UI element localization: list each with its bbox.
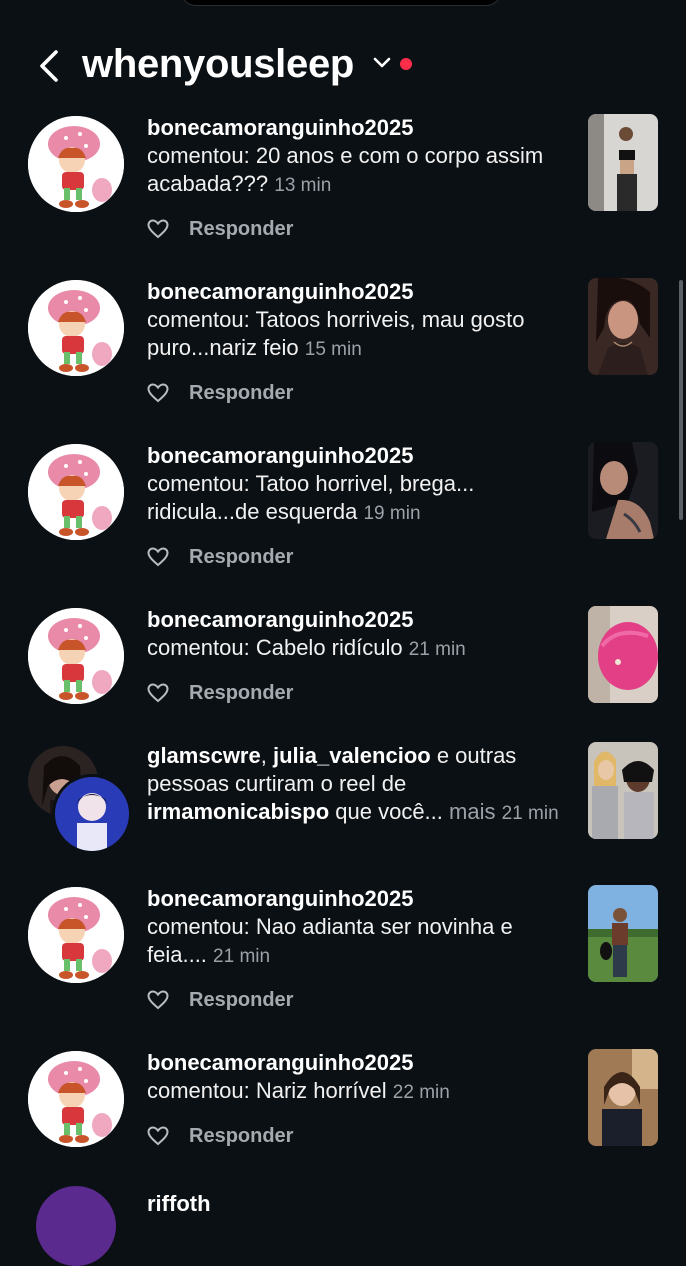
notification-dot — [400, 58, 412, 70]
username[interactable]: bonecamoranguinho2025 — [147, 279, 414, 304]
avatar[interactable] — [28, 608, 124, 704]
notification-text: bonecamoranguinho2025 comentou: Nao adia… — [147, 885, 572, 971]
timestamp: 21 min — [213, 946, 271, 967]
reply-button[interactable]: Responder — [189, 1125, 293, 1148]
post-thumbnail[interactable] — [588, 1049, 658, 1146]
liker-avatar[interactable] — [52, 774, 132, 854]
username[interactable]: bonecamoranguinho2025 — [147, 115, 414, 140]
heart-icon[interactable] — [147, 547, 169, 567]
avatar[interactable] — [28, 887, 124, 983]
heart-icon[interactable] — [147, 383, 169, 403]
reply-button[interactable]: Responder — [189, 218, 293, 241]
notification-text: riffoth — [147, 1190, 572, 1218]
reply-row: Responder — [147, 214, 293, 244]
post-thumbnail[interactable] — [588, 442, 658, 539]
timestamp: 13 min — [274, 175, 332, 196]
scrollbar[interactable] — [679, 280, 683, 520]
username[interactable]: bonecamoranguinho2025 — [147, 886, 414, 911]
notification-text: bonecamoranguinho2025 comentou: Tatoo ho… — [147, 442, 572, 528]
reply-button[interactable]: Responder — [189, 546, 293, 569]
post-thumbnail[interactable] — [588, 742, 658, 839]
chevron-down-icon[interactable] — [372, 56, 392, 70]
comment-text: comentou: Cabelo ridículo — [147, 635, 403, 660]
notification-text: bonecamoranguinho2025 comentou: Tatoos h… — [147, 278, 572, 364]
heart-icon[interactable] — [147, 990, 169, 1010]
reply-button[interactable]: Responder — [189, 382, 293, 405]
reply-row: Responder — [147, 985, 293, 1015]
post-thumbnail[interactable] — [588, 885, 658, 982]
post-thumbnail[interactable] — [588, 278, 658, 375]
username[interactable]: bonecamoranguinho2025 — [147, 1050, 414, 1075]
timestamp: 21 min — [501, 803, 559, 824]
notification-text: bonecamoranguinho2025 comentou: 20 anos … — [147, 114, 572, 200]
avatar[interactable] — [28, 116, 124, 212]
post-thumbnail[interactable] — [588, 606, 658, 703]
avatar[interactable] — [36, 1186, 116, 1266]
timestamp: 19 min — [363, 503, 421, 524]
comment-text: comentou: 20 anos e com o corpo assim ac… — [147, 143, 544, 196]
timestamp: 22 min — [392, 1082, 450, 1103]
username[interactable]: julia_valencioo — [273, 743, 431, 768]
heart-icon[interactable] — [147, 683, 169, 703]
notification-text: bonecamoranguinho2025 comentou: Cabelo r… — [147, 606, 572, 664]
reply-row: Responder — [147, 378, 293, 408]
username[interactable]: irmamonicabispo — [147, 799, 329, 824]
reply-row: Responder — [147, 678, 293, 708]
avatar[interactable] — [28, 1051, 124, 1147]
notification-text: bonecamoranguinho2025 comentou: Nariz ho… — [147, 1049, 572, 1107]
heart-icon[interactable] — [147, 219, 169, 239]
timestamp: 21 min — [408, 639, 466, 660]
username[interactable]: riffoth — [147, 1191, 211, 1216]
comment-text: comentou: Nariz horrível — [147, 1078, 387, 1103]
avatar[interactable] — [28, 444, 124, 540]
header: whenyousleep — [0, 40, 686, 92]
username[interactable]: glamscwre — [147, 743, 261, 768]
more-link[interactable]: mais — [449, 799, 495, 824]
post-thumbnail[interactable] — [588, 114, 658, 211]
timestamp: 15 min — [304, 339, 362, 360]
reply-row: Responder — [147, 542, 293, 572]
back-arrow-icon[interactable] — [34, 48, 64, 84]
comment-text: comentou: Tatoo horrivel, brega... ridic… — [147, 471, 475, 524]
reply-row: Responder — [147, 1121, 293, 1151]
avatar[interactable] — [28, 280, 124, 376]
username[interactable]: bonecamoranguinho2025 — [147, 607, 414, 632]
reply-button[interactable]: Responder — [189, 682, 293, 705]
phone-notch — [180, 0, 502, 6]
notification-text: glamscwre, julia_valencioo e outras pess… — [147, 742, 572, 828]
comment-text: comentou: Nao adianta ser novinha e feia… — [147, 914, 513, 967]
notification-tail: que você... — [329, 799, 443, 824]
heart-icon[interactable] — [147, 1126, 169, 1146]
username[interactable]: bonecamoranguinho2025 — [147, 443, 414, 468]
reply-button[interactable]: Responder — [189, 989, 293, 1012]
separator-text: , — [260, 743, 273, 768]
account-name[interactable]: whenyousleep — [82, 42, 354, 87]
